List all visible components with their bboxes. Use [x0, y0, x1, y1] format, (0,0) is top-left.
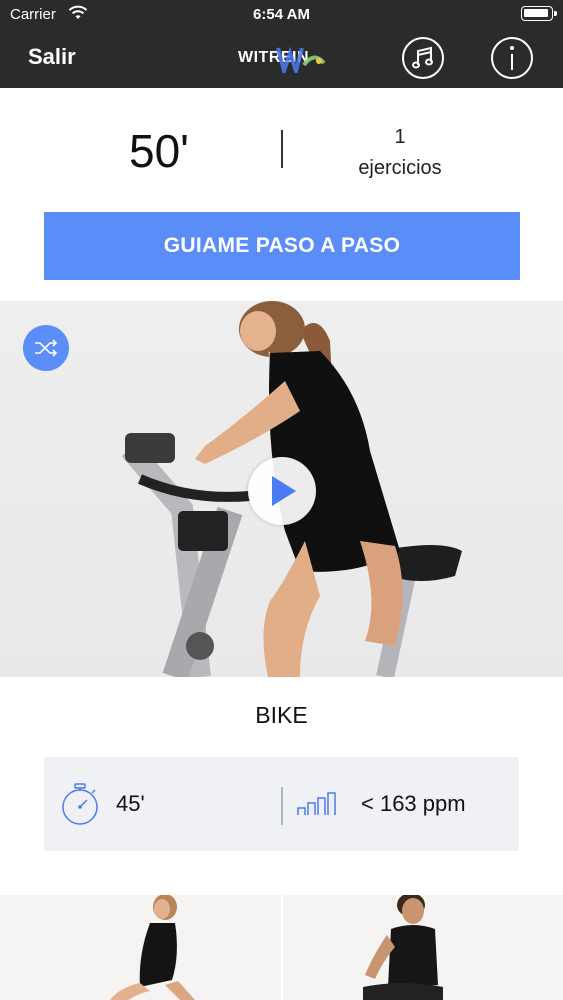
exercise-count-label: ejercicios: [358, 157, 442, 179]
exercise-time: 45': [116, 791, 145, 816]
status-bar: Carrier 6:54 AM: [0, 0, 563, 30]
workout-summary: 50' 1 ejercicios: [0, 88, 563, 208]
squat-exercise-illustration: [363, 895, 443, 1000]
exercise-video-thumbnail[interactable]: [0, 301, 563, 677]
shuffle-icon: [35, 339, 58, 357]
stopwatch-icon: [60, 782, 100, 831]
battery-icon: [521, 6, 557, 21]
guide-step-by-step-button[interactable]: GUIAME PASO A PASO: [44, 212, 520, 280]
brand-logo: WITREIN: [238, 45, 338, 73]
music-note-icon: [412, 46, 433, 69]
exit-button[interactable]: Salir: [28, 44, 76, 70]
info-button[interactable]: [491, 37, 533, 79]
lunge-exercise-illustration: [110, 895, 195, 1000]
play-button[interactable]: [248, 457, 316, 525]
stats-divider: [281, 787, 283, 825]
music-button[interactable]: [402, 37, 444, 79]
exercise-count-number: 1: [394, 126, 406, 148]
exercise-thumbnail[interactable]: [283, 895, 563, 1000]
top-bar: Carrier 6:54 AM Salir WITREIN: [0, 0, 563, 88]
exercise-stats: 45' < 163 ppm: [44, 757, 519, 851]
shuffle-button[interactable]: [23, 325, 69, 371]
exercise-thumbnails: [0, 895, 563, 1000]
brand-wave-icon: [276, 46, 326, 73]
info-icon: [510, 46, 514, 70]
workout-duration: 50': [129, 125, 189, 177]
play-icon: [272, 476, 296, 506]
exercise-thumbnail[interactable]: [0, 895, 281, 1000]
exercise-count: 1 ejercicios: [340, 122, 460, 184]
heart-rate-limit: < 163 ppm: [361, 791, 466, 816]
exercise-name: BIKE: [255, 702, 308, 728]
status-time: 6:54 AM: [253, 6, 310, 23]
summary-divider: [281, 130, 283, 168]
heart-rate-bars-icon: [297, 790, 339, 821]
